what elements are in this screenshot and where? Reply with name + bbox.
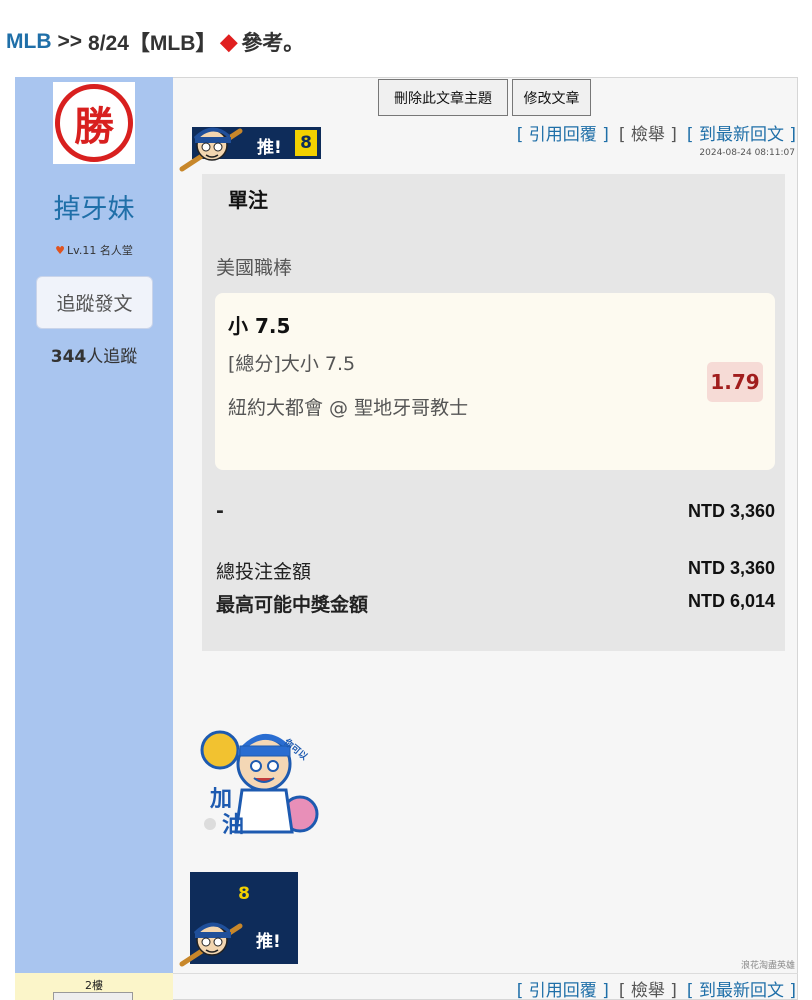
bet-pick: 小 7.5 — [228, 314, 291, 338]
sticker-text-2: 油 — [222, 813, 244, 838]
floor-number: 2樓 — [85, 979, 103, 992]
push-button[interactable]: 推! 8 — [178, 121, 321, 173]
follower-count: 344人追蹤 — [15, 342, 173, 367]
signature: 浪花淘盡英雄 — [740, 961, 795, 971]
diamond-icon: ◆ — [220, 29, 238, 54]
push-label: 推! — [257, 138, 282, 158]
victory-stamp-icon: 勝 — [55, 84, 133, 162]
post-timestamp: 2024-08-24 08:11:07 — [699, 148, 795, 158]
cheer-sticker: 加 油 你可以 — [196, 720, 328, 844]
latest-reply-link[interactable]: [ 到最新回文 ] — [687, 120, 796, 145]
max-payout-label: 最高可能中獎金額 — [216, 594, 369, 616]
total-stake-label: 總投注金額 — [216, 561, 312, 583]
bet-market: [總分]大小 7.5 — [228, 353, 356, 375]
push-box-count: 8 — [238, 884, 250, 904]
author-level-text: Lv.11 名人堂 — [67, 244, 133, 257]
bet-league: 美國職棒 — [216, 257, 293, 279]
total-stake-value: NTD 3,360 — [687, 558, 775, 578]
quote-reply-link[interactable]: [ 引用回覆 ] — [517, 120, 609, 145]
reply-report-link[interactable]: [ 檢舉 ] — [619, 976, 677, 1000]
post-action-links: [ 引用回覆 ] [ 檢舉 ] [ 到最新回文 ] — [517, 120, 796, 145]
stake-label: - — [216, 500, 224, 522]
delete-thread-button[interactable]: 刪除此文章主題 — [378, 79, 508, 116]
follower-suffix: 人追蹤 — [86, 347, 138, 367]
reply-latest-link[interactable]: [ 到最新回文 ] — [687, 976, 796, 1000]
baseball-player-icon-2 — [179, 922, 243, 967]
stake-value: NTD 3,360 — [687, 501, 775, 521]
odds-badge: 1.79 — [707, 362, 763, 402]
push-count: 8 — [295, 130, 317, 156]
edit-post-button[interactable]: 修改文章 — [512, 79, 591, 116]
author-level: ♥ Lv.11 名人堂 — [15, 242, 173, 258]
thread-title-suffix: 參考。 — [241, 32, 305, 55]
baseball-player-icon — [179, 127, 243, 172]
author-name[interactable]: 掉牙妹 — [15, 187, 173, 226]
push-box-label: 推! — [256, 932, 281, 952]
report-link[interactable]: [ 檢舉 ] — [619, 120, 677, 145]
reply-action-links: [ 引用回覆 ] [ 檢舉 ] [ 到最新回文 ] — [517, 976, 796, 1000]
bet-match: 紐約大都會 @ 聖地牙哥教士 — [228, 397, 469, 419]
follower-number: 344 — [50, 347, 87, 367]
follow-button[interactable]: 追蹤發文 — [36, 276, 153, 329]
push-box-button[interactable]: 8 推! — [178, 872, 298, 968]
level-heart-icon: ♥ — [55, 244, 66, 257]
breadcrumb-separator: >> — [57, 30, 83, 53]
sticker-text-1: 加 — [209, 787, 232, 812]
reply-quote-link[interactable]: [ 引用回覆 ] — [517, 976, 609, 1000]
thread-title: 8/24【MLB】 — [88, 32, 217, 55]
reply-avatar — [53, 992, 133, 1000]
bet-selection-card — [215, 293, 775, 470]
bet-type: 單注 — [228, 188, 268, 212]
cheerleader-icon: 加 油 你可以 — [200, 730, 319, 838]
avatar[interactable]: 勝 — [53, 82, 135, 164]
breadcrumb: MLB >> 8/24【MLB】 ◆ 參考。 — [6, 26, 304, 58]
max-payout-value: NTD 6,014 — [687, 591, 775, 611]
avatar-text: 勝 — [74, 103, 114, 150]
reply-divider — [173, 973, 798, 974]
breadcrumb-forum-link[interactable]: MLB — [6, 30, 52, 54]
